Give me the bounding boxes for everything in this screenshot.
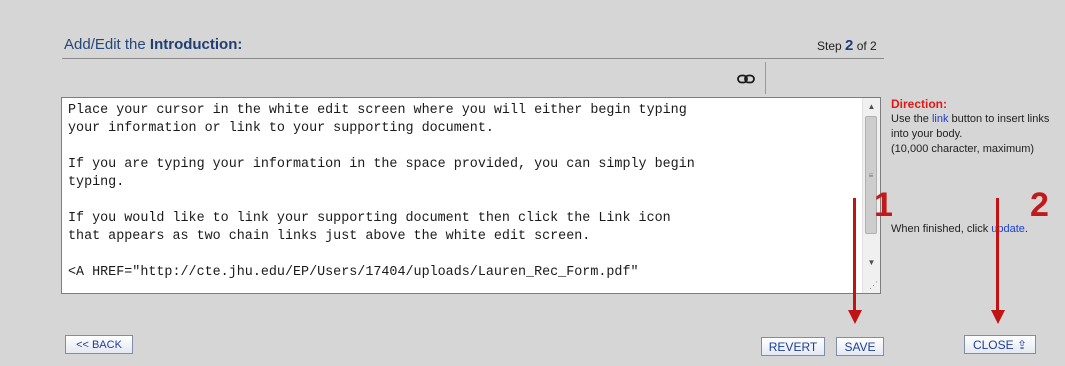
annotation-marker-2: 2: [1030, 186, 1049, 224]
save-button[interactable]: SAVE: [836, 337, 884, 356]
char-limit: (10,000 character, maximum): [891, 143, 1035, 155]
finished-text: When finished, click update.: [891, 223, 1028, 235]
step-indicator: Step 2 of 2: [817, 37, 877, 54]
annotation-marker-1: 1: [874, 186, 893, 224]
title-prefix: Add/Edit the: [64, 36, 150, 53]
introduction-editor[interactable]: Place your cursor in the white edit scre…: [61, 97, 881, 294]
direction-pre: Use the: [891, 113, 932, 125]
finished-pre: When finished, click: [891, 223, 992, 235]
toolbar-separator: [765, 62, 766, 94]
annotation-arrow-head-2: [991, 310, 1005, 324]
direction-link[interactable]: link: [932, 113, 949, 125]
scroll-down-arrow-icon[interactable]: ▼: [863, 254, 880, 271]
resize-grip-icon[interactable]: ⋰: [869, 280, 878, 291]
step-prefix: Step: [817, 39, 846, 53]
title-bold: Introduction:: [149, 36, 243, 53]
close-button[interactable]: CLOSE ⇪: [964, 335, 1036, 354]
finished-post: .: [1024, 223, 1028, 235]
back-button[interactable]: << BACK: [65, 335, 133, 354]
editor-content[interactable]: Place your cursor in the white edit scre…: [68, 102, 858, 282]
direction-text: Use the link button to insert links into…: [891, 112, 1065, 157]
page-title: Add/Edit the Introduction:: [64, 36, 242, 53]
revert-button[interactable]: REVERT: [761, 337, 825, 356]
step-suffix: of 2: [853, 39, 877, 53]
direction-title: Direction:: [891, 97, 948, 111]
header-divider: [62, 58, 884, 59]
annotation-arrow-head-1: [848, 310, 862, 324]
annotation-arrow-2: [996, 198, 999, 312]
annotation-arrow-1: [853, 198, 856, 312]
scroll-up-arrow-icon[interactable]: ▲: [863, 98, 880, 115]
chain-link-icon[interactable]: [735, 70, 757, 88]
